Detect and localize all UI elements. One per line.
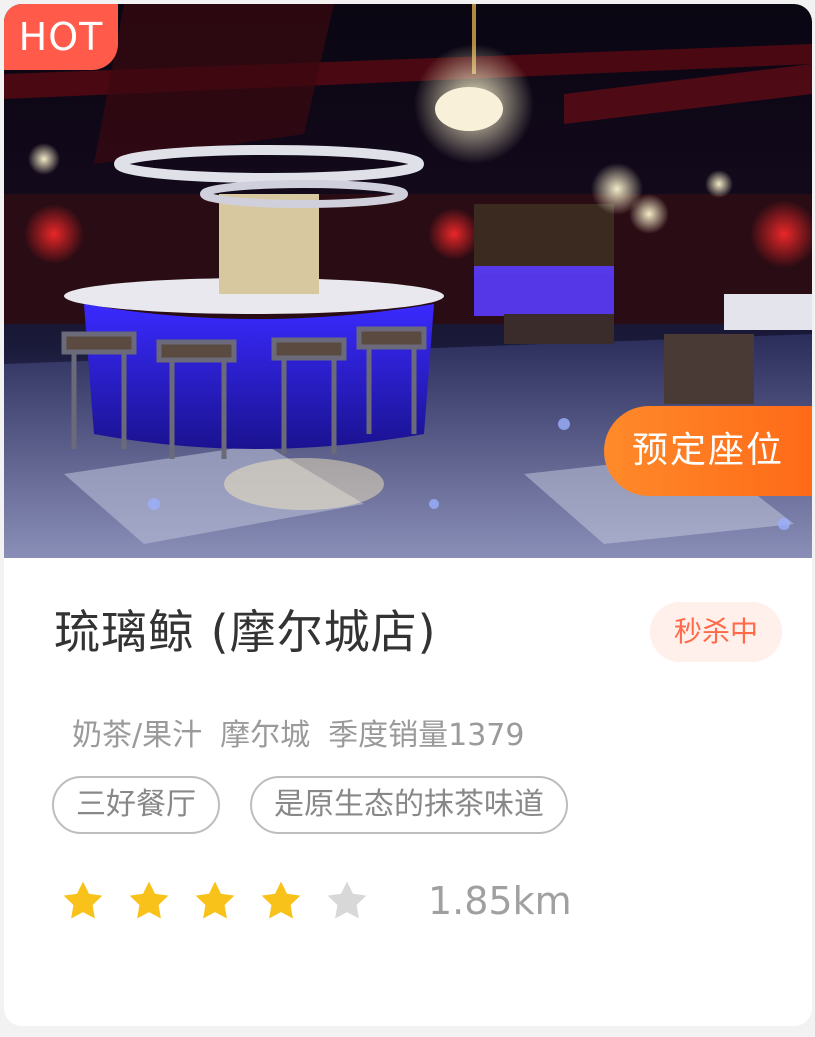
store-name[interactable]: 琉璃鲸 (摩尔城店) [54,596,437,662]
star-icon [261,881,301,919]
star-icon [327,881,367,919]
star-icon [195,881,235,919]
tag-chip: 是原生态的抹茶味道 [250,776,568,834]
hot-badge: HOT [4,4,118,70]
store-meta: 奶茶/果汁 摩尔城 季度销量1379 [72,710,524,754]
tag-chip: 三好餐厅 [52,776,220,834]
store-category: 奶茶/果汁 [72,718,203,753]
star-icon [129,881,169,919]
star-rating [60,878,370,924]
distance-label: 1.85km [428,879,572,923]
store-tags: 三好餐厅 是原生态的抹茶味道 [52,776,568,834]
store-photo[interactable]: HOT 预定座位 [4,4,812,558]
store-sales: 季度销量1379 [328,718,525,753]
store-card[interactable]: HOT 预定座位 琉璃鲸 (摩尔城店) 秒杀中 奶茶/果汁 摩尔城 季度销量13… [4,4,812,1026]
flash-sale-badge: 秒杀中 [650,602,782,662]
store-area: 摩尔城 [220,718,311,753]
star-icon [63,881,103,919]
rating-row: 1.85km [60,878,572,924]
reserve-seat-button[interactable]: 预定座位 [604,406,812,496]
